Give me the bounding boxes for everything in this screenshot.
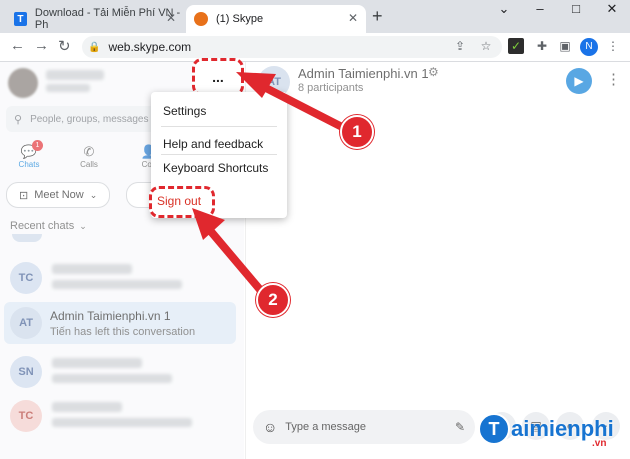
step-badge-2: 2 bbox=[256, 283, 290, 317]
arrow-step-2 bbox=[192, 208, 266, 296]
logo-tld: .vn bbox=[592, 438, 607, 449]
message-input[interactable]: Type a message bbox=[285, 421, 366, 433]
annotation-arrows bbox=[192, 72, 352, 296]
message-composer[interactable]: ☺ Type a message ✎ bbox=[253, 410, 475, 444]
emoji-icon[interactable]: ☺ bbox=[263, 419, 277, 435]
step-badge-1: 1 bbox=[340, 115, 374, 149]
taimienphi-t-icon: T bbox=[478, 413, 510, 445]
arrow-step-1 bbox=[236, 72, 352, 134]
pen-icon[interactable]: ✎ bbox=[455, 420, 465, 434]
